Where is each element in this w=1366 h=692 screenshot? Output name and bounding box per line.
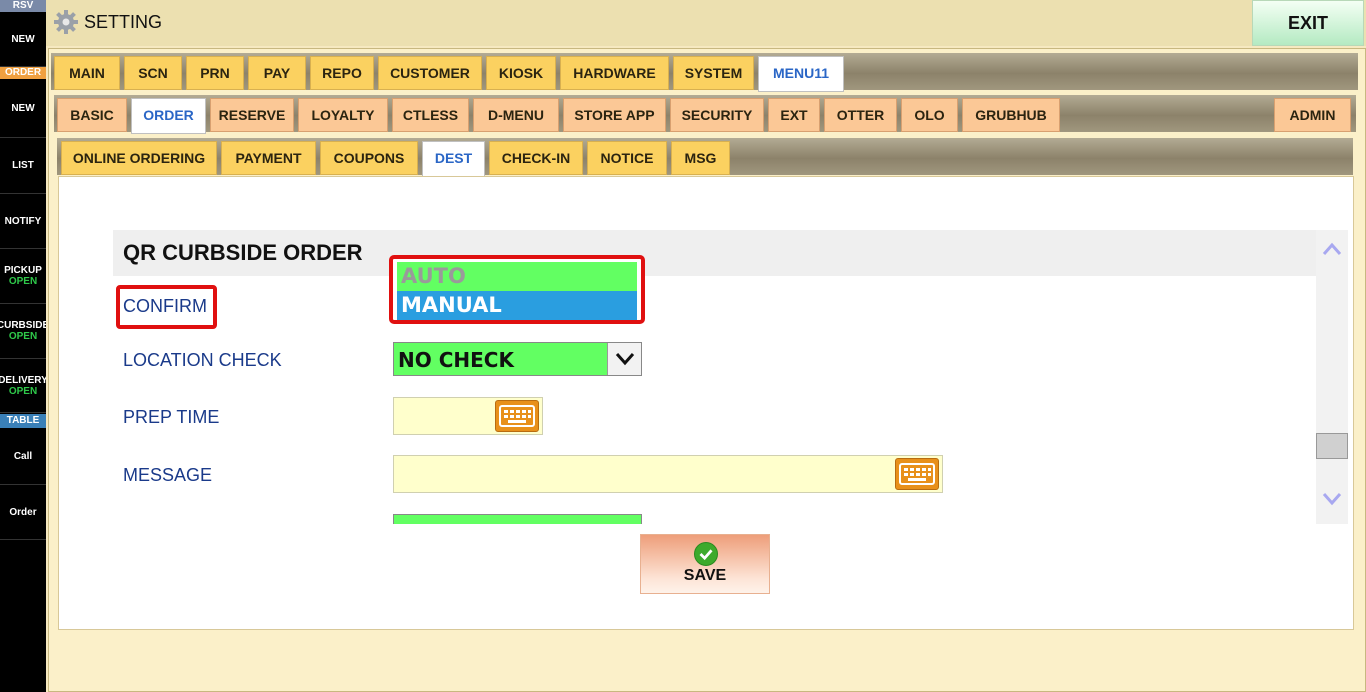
tab-reserve[interactable]: RESERVE	[210, 98, 294, 132]
chevron-down-icon[interactable]	[1322, 492, 1342, 506]
table-header: TABLE	[0, 414, 46, 428]
chevron-up-icon[interactable]	[1322, 242, 1342, 256]
title-bar: SETTING EXIT	[46, 0, 1366, 46]
tab-loyalty[interactable]: LOYALTY	[298, 98, 388, 132]
tab-hardware[interactable]: HARDWARE	[560, 56, 669, 90]
tab-customer[interactable]: CUSTOMER	[378, 56, 482, 90]
confirm-highlight: CONFIRM	[116, 285, 217, 329]
save-button[interactable]: SAVE	[640, 534, 770, 594]
order-header: ORDER	[0, 67, 46, 79]
sidebar-item-label: Order	[9, 506, 37, 518]
sidebar-list[interactable]: LIST	[0, 138, 46, 194]
sidebar-new-order[interactable]: NEW	[0, 80, 46, 138]
option-auto[interactable]: AUTO	[397, 262, 637, 291]
tab-pay[interactable]: PAY	[248, 56, 306, 90]
section-title: QR CURBSIDE ORDER	[123, 240, 363, 265]
sidebar-notify[interactable]: NOTIFY	[0, 194, 46, 249]
message-field[interactable]	[393, 455, 943, 493]
tab-basic[interactable]: BASIC	[57, 98, 127, 132]
tab-notice[interactable]: NOTICE	[587, 141, 667, 175]
tab-repo[interactable]: REPO	[310, 56, 374, 90]
location-check-select[interactable]: NO CHECK	[393, 342, 642, 376]
sidebar-curbside[interactable]: CURBSIDE OPEN	[0, 304, 46, 359]
tab-security[interactable]: SECURITY	[670, 98, 764, 132]
message-label: MESSAGE	[123, 465, 213, 485]
tab-check-in[interactable]: CHECK-IN	[489, 141, 583, 175]
tab-otter[interactable]: OTTER	[824, 98, 897, 132]
sidebar-item-label: NEW	[11, 33, 35, 45]
sidebar-item-label: NOTIFY	[4, 215, 42, 227]
sidebar-delivery[interactable]: DELIVERY OPEN	[0, 359, 46, 413]
sidebar-new-reservation[interactable]: NEW	[0, 12, 46, 67]
keyboard-icon[interactable]	[895, 458, 939, 490]
sidebar-item-status: OPEN	[8, 331, 38, 342]
tab-admin[interactable]: ADMIN	[1274, 98, 1351, 132]
tab-order[interactable]: ORDER	[131, 98, 206, 134]
tab-ctless[interactable]: CTLESS	[392, 98, 469, 132]
sidebar-item-label: NEW	[11, 103, 35, 114]
sidebar-order[interactable]: Order	[0, 485, 46, 540]
sidebar-item-label: DELIVERY	[0, 374, 46, 386]
exit-button[interactable]: EXIT	[1252, 0, 1364, 46]
sidebar-item-label: LIST	[12, 160, 34, 171]
sidebar-item-label: CURBSIDE	[0, 320, 46, 331]
sidebar-call[interactable]: Call	[0, 429, 46, 485]
tab-store-app[interactable]: STORE APP	[563, 98, 666, 132]
sidebar-item-label: PICKUP	[4, 265, 42, 276]
chevron-down-icon[interactable]	[607, 343, 641, 375]
sidebar-item-status: OPEN	[8, 276, 38, 287]
next-select-partial[interactable]	[393, 514, 642, 524]
left-sidebar: RSV NEW ORDER NEW LIST NOTIFY PICKUP OPE…	[0, 0, 46, 692]
checkmark-icon	[694, 542, 718, 566]
tab-menu11[interactable]: MENU11	[758, 56, 844, 92]
prep-time-field[interactable]	[393, 397, 543, 435]
section-header: QR CURBSIDE ORDER	[113, 230, 1317, 276]
tab-grubhub[interactable]: GRUBHUB	[962, 98, 1060, 132]
tab-coupons[interactable]: COUPONS	[320, 141, 418, 175]
rsv-header: RSV	[0, 0, 46, 12]
confirm-dropdown-list[interactable]: AUTO MANUAL	[389, 255, 645, 324]
sidebar-item-label: Call	[13, 451, 33, 462]
scrollbar[interactable]	[1316, 230, 1348, 524]
tab-kiosk[interactable]: KIOSK	[486, 56, 556, 90]
gear-icon	[54, 10, 78, 34]
tab-online-ordering[interactable]: ONLINE ORDERING	[61, 141, 217, 175]
tab-payment[interactable]: PAYMENT	[221, 141, 316, 175]
option-manual[interactable]: MANUAL	[397, 291, 637, 320]
prep-time-label: PREP TIME	[123, 407, 220, 427]
sidebar-item-status: OPEN	[8, 385, 38, 397]
location-check-value: NO CHECK	[398, 348, 514, 372]
keyboard-icon[interactable]	[495, 400, 539, 432]
tab-olo[interactable]: OLO	[901, 98, 958, 132]
save-label: SAVE	[683, 567, 727, 584]
confirm-label: CONFIRM	[123, 296, 207, 316]
tab-prn[interactable]: PRN	[186, 56, 244, 90]
tab-dest[interactable]: DEST	[422, 141, 485, 177]
location-check-label: LOCATION CHECK	[123, 350, 282, 370]
tab-d-menu[interactable]: D-MENU	[473, 98, 559, 132]
tab-scn[interactable]: SCN	[124, 56, 182, 90]
scrollbar-thumb[interactable]	[1316, 433, 1348, 459]
tab-main[interactable]: MAIN	[54, 56, 120, 90]
tab-msg[interactable]: MSG	[671, 141, 730, 175]
tab-system[interactable]: SYSTEM	[673, 56, 754, 90]
sidebar-pickup[interactable]: PICKUP OPEN	[0, 249, 46, 304]
page-title: SETTING	[84, 12, 163, 32]
tab-ext[interactable]: EXT	[768, 98, 820, 132]
